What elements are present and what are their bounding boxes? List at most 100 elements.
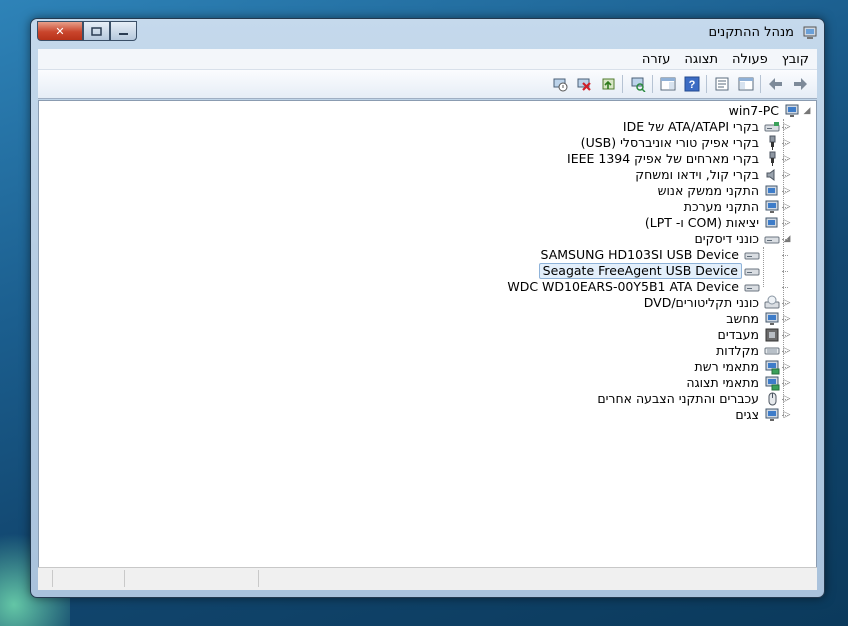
tree-item-label: צגים [735,407,759,422]
menu-help[interactable]: עזרה [642,52,670,67]
title-bar[interactable]: ✕ מנהל ההתקנים [31,19,824,49]
properties-icon [715,77,729,91]
show-hide-action-pane-button[interactable] [659,75,677,93]
tree-guide-line [782,223,788,224]
tree-guide-line [782,415,788,416]
system-device-icon [764,199,780,215]
minimize-button[interactable] [110,21,137,41]
tree-category[interactable]: מעבדים [715,327,762,343]
maximize-icon [91,26,102,36]
tree-category[interactable]: התקני מערכת [681,199,762,215]
tree-category[interactable]: יציאות (COM ו- LPT) [642,215,762,231]
status-bar [38,567,817,590]
device-manager-icon [803,26,817,39]
tree-category[interactable]: בקרי ATA/ATAPI של IDE [620,119,762,135]
ide-controller-icon [764,119,780,135]
tree-item-label: התקני ממשק אנוש [657,183,759,198]
tree-device[interactable]: SAMSUNG HD103SI USB Device [538,247,742,263]
collapse-arrow[interactable]: ◢ [802,103,812,119]
tree-item-label: מקלדות [716,343,759,358]
tree-device[interactable]: WDC WD10EARS-00Y5B1 ATA Device [504,279,742,295]
tree-guide-line [782,127,788,128]
tree-guide-line [782,319,788,320]
tree-item-label: בקרי אפיק טורי אוניברסלי (USB) [580,135,759,150]
caption-buttons: ✕ [37,21,137,41]
tree-category[interactable]: בקרי קול, וידאו ומשחק [632,167,762,183]
disable-device-button[interactable] [551,75,569,93]
console-tree-icon [738,77,754,91]
tree-category[interactable]: מתאמי רשת [692,359,762,375]
tree-category[interactable]: התקני ממשק אנוש [655,183,762,199]
tree-category[interactable]: בקרי אפיק טורי אוניברסלי (USB) [578,135,762,151]
hid-icon [764,183,780,199]
tree-device[interactable]: Seagate FreeAgent USB Device [538,263,742,279]
tree-item-label: עכברים והתקני הצבעה אחרים [597,391,759,406]
tree-item-label: win7-PC [728,103,779,118]
tree-item-label: יציאות (COM ו- LPT) [644,215,759,230]
disk-icon [744,279,760,295]
tree-guide-line [782,271,788,272]
svg-text:?: ? [689,79,696,91]
update-driver-button[interactable] [599,75,617,93]
menu-action[interactable]: פעולה [732,52,768,67]
tree-guide-line [782,143,788,144]
tree-guide-line [782,175,788,176]
tree-category[interactable]: עכברים והתקני הצבעה אחרים [594,391,762,407]
device-tree[interactable]: ◢ win7-PC ▷ בקרי ATA/ATAPI של IDE ▷ בקרי אפיק… [38,100,817,568]
window-title: מנהל ההתקנים [708,25,794,40]
tree-guide-line [782,351,788,352]
tree-root[interactable]: win7-PC [726,103,782,119]
properties-button[interactable] [713,75,731,93]
usb-icon [764,135,780,151]
status-cell [54,570,125,587]
tree-item-label: כונני דיסקים [694,231,759,246]
minimize-icon [119,32,128,35]
tree-category[interactable]: מתאמי תצוגה [683,375,762,391]
show-hide-console-tree-button[interactable] [737,75,755,93]
maximize-button[interactable] [83,21,110,41]
uninstall-device-button[interactable] [575,75,593,93]
tree-guide-line [782,367,788,368]
menu-view[interactable]: תצוגה [684,52,718,67]
tree-item-label: בקרי מארחים של אפיק IEEE 1394 [567,151,759,166]
tree-guide-line [782,303,788,304]
disk-drive-icon [764,231,780,247]
toolbar-separator [706,75,707,93]
close-button[interactable]: ✕ [37,21,83,41]
tree-guide-line [782,239,788,240]
tree-guide-line [782,287,788,288]
help-button[interactable]: ? [683,75,701,93]
tree-item-label: SAMSUNG HD103SI USB Device [540,247,739,262]
tree-category[interactable]: בקרי מארחים של אפיק IEEE 1394 [564,151,762,167]
tree-item-label: מחשב [726,311,759,326]
update-driver-icon [602,78,615,90]
port-icon [764,215,780,231]
tree-category[interactable]: כונני דיסקים [692,231,762,247]
tree-item-label: מתאמי תצוגה [686,375,759,390]
tree-item-label: בקרי קול, וידאו ומשחק [635,167,759,182]
tree-category[interactable]: כונני תקליטורים/DVD [641,295,762,311]
tree-category[interactable]: מקלדות [713,343,762,359]
back-button[interactable] [767,75,785,93]
monitor-icon [764,407,780,423]
menu-file[interactable]: קובץ [782,52,809,67]
status-cell [38,570,53,587]
tree-item-label: מעבדים [717,327,759,342]
tree-item-label: WDC WD10EARS-00Y5B1 ATA Device [507,279,739,294]
scan-hardware-button[interactable] [629,75,647,93]
tree-category[interactable]: צגים [732,407,762,423]
tree-guide-line [763,247,764,287]
tree-category[interactable]: מחשב [723,311,762,327]
dvd-drive-icon [764,295,780,311]
tree-guide-line [782,159,788,160]
tree-item-label: התקני מערכת [683,199,759,214]
network-adapter-icon [764,359,780,375]
toolbar-separator [622,75,623,93]
mouse-icon [764,391,780,407]
uninstall-icon [577,78,591,91]
forward-button[interactable] [791,75,809,93]
tree-item-label: כונני תקליטורים/DVD [643,295,759,310]
device-manager-window: ✕ מנהל ההתקנים קובץ פעולה תצוגה עזרה ? ◢… [30,18,825,598]
disable-device-icon [553,78,568,92]
tree-guide-line [782,207,788,208]
